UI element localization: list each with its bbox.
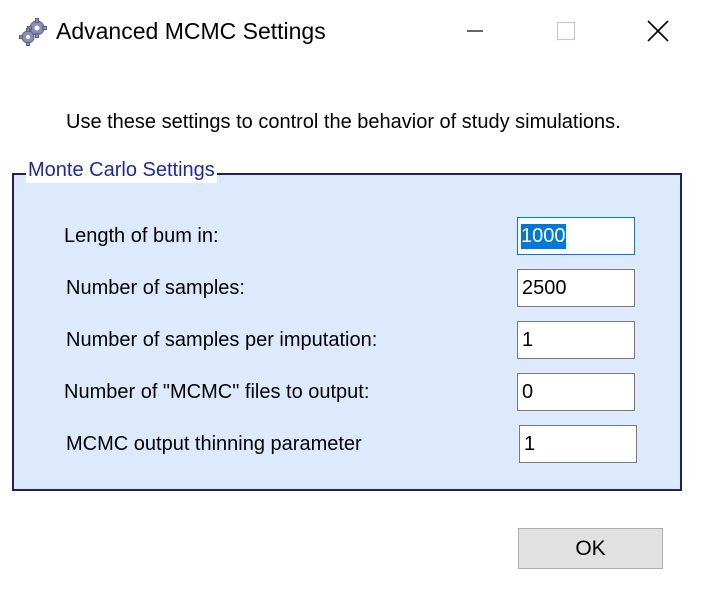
- thinning-label: MCMC output thinning parameter: [66, 433, 362, 455]
- group-legend: Monte Carlo Settings: [26, 157, 217, 183]
- dialog-window: Advanced MCMC Settings Use these setting…: [0, 0, 708, 598]
- minimize-button[interactable]: [452, 10, 498, 52]
- samples-per-imputation-input[interactable]: [517, 321, 635, 359]
- title-bar[interactable]: Advanced MCMC Settings: [0, 0, 708, 62]
- window-title: Advanced MCMC Settings: [56, 18, 326, 44]
- mcmc-files-label: Number of "MCMC" files to output:: [64, 381, 370, 403]
- mcmc-files-input[interactable]: [517, 373, 635, 411]
- minimize-icon: [467, 30, 483, 32]
- maximize-icon: [556, 21, 576, 41]
- burn-in-label: Length of bum in:: [64, 225, 219, 247]
- samples-label: Number of samples:: [66, 277, 245, 299]
- description-text: Use these settings to control the behavi…: [66, 111, 621, 133]
- maximize-button[interactable]: [543, 10, 589, 52]
- samples-per-imputation-label: Number of samples per imputation:: [66, 329, 378, 351]
- samples-input[interactable]: [517, 269, 635, 307]
- burn-in-input[interactable]: [517, 217, 635, 255]
- gears-icon: [18, 17, 48, 47]
- close-icon: [647, 20, 669, 42]
- close-button[interactable]: [635, 10, 681, 52]
- thinning-input[interactable]: [519, 425, 637, 463]
- ok-button[interactable]: OK: [518, 528, 663, 569]
